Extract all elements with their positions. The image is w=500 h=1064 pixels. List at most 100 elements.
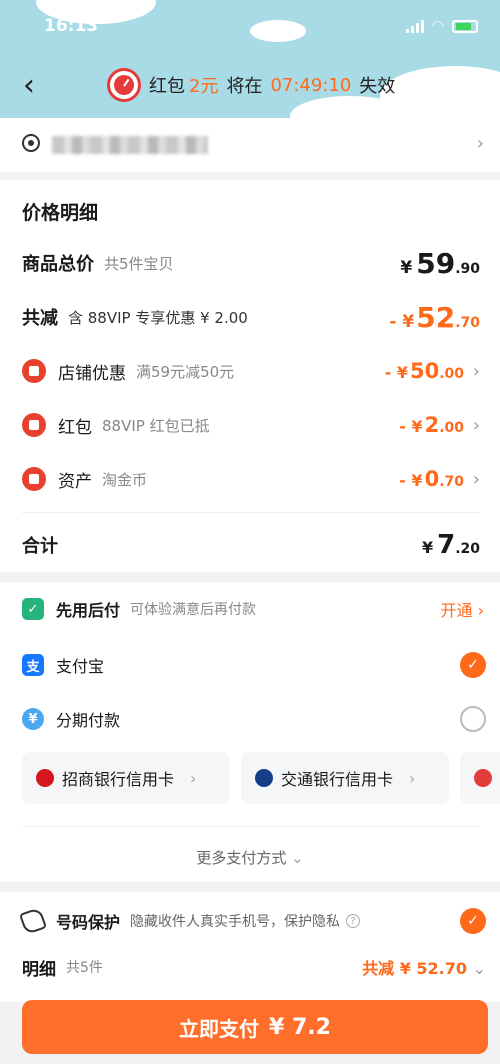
selected-check-icon[interactable]: ✓ <box>460 908 486 934</box>
value-int: 7 <box>437 530 456 560</box>
value-dec: .00 <box>439 420 464 436</box>
pay-later-name: 先用后付 <box>56 601 121 620</box>
timer-icon <box>107 68 141 102</box>
countdown-amount: 2元 <box>189 76 219 97</box>
currency-symbol: ¥ <box>400 257 413 278</box>
pay-amount: ¥ 7.2 <box>269 1014 331 1040</box>
chevron-right-icon: › <box>472 414 480 436</box>
bank-name: 交通银行信用卡 <box>281 770 394 789</box>
help-icon[interactable]: ? <box>346 914 361 928</box>
sum-label: 合计 <box>22 536 58 557</box>
pay-later-desc: 可体验满意后再付款 <box>130 602 257 618</box>
value-int: 50 <box>409 359 440 383</box>
more-label: 更多支付方式 <box>196 849 287 867</box>
privacy-desc: 隐藏收件人真实手机号，保护隐私 <box>130 914 341 930</box>
discount-label: 共减 <box>22 308 58 329</box>
value-int: 2 <box>424 413 440 437</box>
goods-total-sub: 共5件宝贝 <box>104 254 174 273</box>
bank-icon <box>474 769 492 787</box>
item-value: - ¥ 2 .00 <box>399 413 464 437</box>
status-icons: ◠ <box>405 18 478 34</box>
discount-item-store[interactable]: 店铺优惠 满59元减50元 - ¥ 50 .00 › <box>22 356 480 386</box>
sum-row: 合计 ¥ 7 .20 <box>22 530 480 560</box>
item-label: 店铺优惠 <box>58 363 126 384</box>
value-dec: .20 <box>455 541 480 557</box>
item-sub: 88VIP 红包已抵 <box>102 416 210 435</box>
chevron-right-icon: › <box>476 133 484 154</box>
open-label: 开通 <box>440 601 473 620</box>
countdown-time: 07:49:10 <box>270 74 352 96</box>
battery-icon <box>452 19 478 33</box>
bank-card-cmb[interactable]: 招商银行信用卡 › <box>22 752 230 804</box>
detail-count: 共5件 <box>66 960 103 976</box>
price-details-card: 价格明细 商品总价 共5件宝贝 ¥ 59 .90 共减 含 88VIP 专享优惠… <box>0 180 500 572</box>
value-dec: .70 <box>439 474 464 490</box>
countdown-prefix: 红包 <box>149 76 185 97</box>
store-coupon-icon <box>22 359 46 383</box>
chevron-down-icon: ⌄ <box>291 849 304 867</box>
unselected-radio[interactable] <box>460 706 486 732</box>
cmb-bank-icon <box>36 769 54 787</box>
chevron-right-icon: › <box>472 468 480 490</box>
installment-row[interactable]: ¥ 分期付款 <box>22 704 486 734</box>
payment-methods-card: ✓ 先用后付 可体验满意后再付款 开通 › 支 支付宝 ✓ ¥ 分期付款 招商银… <box>0 582 500 882</box>
item-label: 资产 <box>58 471 92 492</box>
coin-tag-icon <box>22 467 46 491</box>
discount-sub: 含 88VIP 专享优惠 ¥ 2.00 <box>68 308 248 327</box>
back-button[interactable]: ‹ <box>14 68 44 103</box>
open-pay-later-link[interactable]: 开通 › <box>441 597 485 621</box>
countdown-suffix: 失效 <box>359 76 396 97</box>
bank-card-bocom[interactable]: 交通银行信用卡 › <box>241 752 449 804</box>
item-sub: 满59元减50元 <box>136 362 235 381</box>
alipay-name: 支付宝 <box>56 657 105 676</box>
divider <box>22 512 480 513</box>
cloud-decoration <box>250 20 306 42</box>
value-prefix: - ¥ <box>384 363 408 382</box>
status-time: 16:13 <box>44 16 99 36</box>
address-row[interactable]: › <box>0 118 500 172</box>
item-value: - ¥ 0 .70 <box>399 467 464 491</box>
value-dec: .00 <box>439 366 464 382</box>
bocom-bank-icon <box>255 769 273 787</box>
discount-value: - ¥ 52 .70 <box>389 301 480 334</box>
currency-symbol: ¥ <box>421 538 434 557</box>
value-dec: .90 <box>455 260 480 277</box>
goods-total-label: 商品总价 <box>22 254 94 275</box>
alipay-row[interactable]: 支 支付宝 ✓ <box>22 650 486 680</box>
countdown-mid: 将在 <box>226 76 263 97</box>
item-sub: 淘金币 <box>102 470 148 489</box>
discount-row: 共减 含 88VIP 专享优惠 ¥ 2.00 - ¥ 52 .70 <box>22 301 480 334</box>
bank-name: 招商银行信用卡 <box>62 770 175 789</box>
chevron-right-icon: › <box>409 768 416 788</box>
sum-value: ¥ 7 .20 <box>422 530 480 560</box>
item-value: - ¥ 50 .00 <box>385 359 464 383</box>
privacy-card: 号码保护 隐藏收件人真实手机号，保护隐私 ? ✓ 明细 共5件 共减 ¥ 52.… <box>0 892 500 1002</box>
divider <box>22 826 480 827</box>
red-packet-countdown: 红包 2元 将在 07:49:10 失效 <box>107 68 395 102</box>
more-payment-methods[interactable]: 更多支付方式 ⌄ <box>0 847 500 868</box>
goods-total-value: ¥ 59 .90 <box>400 247 480 280</box>
pay-now-button[interactable]: 立即支付 ¥ 7.2 <box>22 1000 488 1054</box>
goods-total-row: 商品总价 共5件宝贝 ¥ 59 .90 <box>22 247 480 280</box>
pay-later-row[interactable]: ✓ 先用后付 可体验满意后再付款 开通 › <box>22 594 486 624</box>
bank-card-more[interactable] <box>460 752 500 804</box>
double-chevron-down-icon: ⌄ <box>472 959 486 978</box>
red-packet-icon <box>22 413 46 437</box>
selected-check-icon[interactable]: ✓ <box>460 652 486 678</box>
number-protection-row[interactable]: 号码保护 隐藏收件人真实手机号，保护隐私 ? ✓ <box>18 906 486 936</box>
value-int: 0 <box>424 467 440 491</box>
detail-discount-value: 共减 ¥ 52.70 <box>362 959 468 978</box>
discount-item-assets[interactable]: 资产 淘金币 - ¥ 0 .70 › <box>22 464 480 494</box>
item-label: 红包 <box>58 417 92 438</box>
detail-row[interactable]: 明细 共5件 共减 ¥ 52.70 ⌄ <box>22 952 486 982</box>
signal-icon <box>405 19 424 33</box>
privacy-name: 号码保护 <box>56 913 121 932</box>
section-title: 价格明细 <box>22 202 99 224</box>
value-prefix: - ¥ <box>399 417 423 436</box>
value-prefix: - ¥ <box>389 311 415 332</box>
address-blurred <box>52 136 208 154</box>
discount-item-redpacket[interactable]: 红包 88VIP 红包已抵 - ¥ 2 .00 › <box>22 410 480 440</box>
pay-label: 立即支付 <box>179 1016 260 1041</box>
phone-icon <box>18 906 48 936</box>
installment-name: 分期付款 <box>56 711 121 730</box>
